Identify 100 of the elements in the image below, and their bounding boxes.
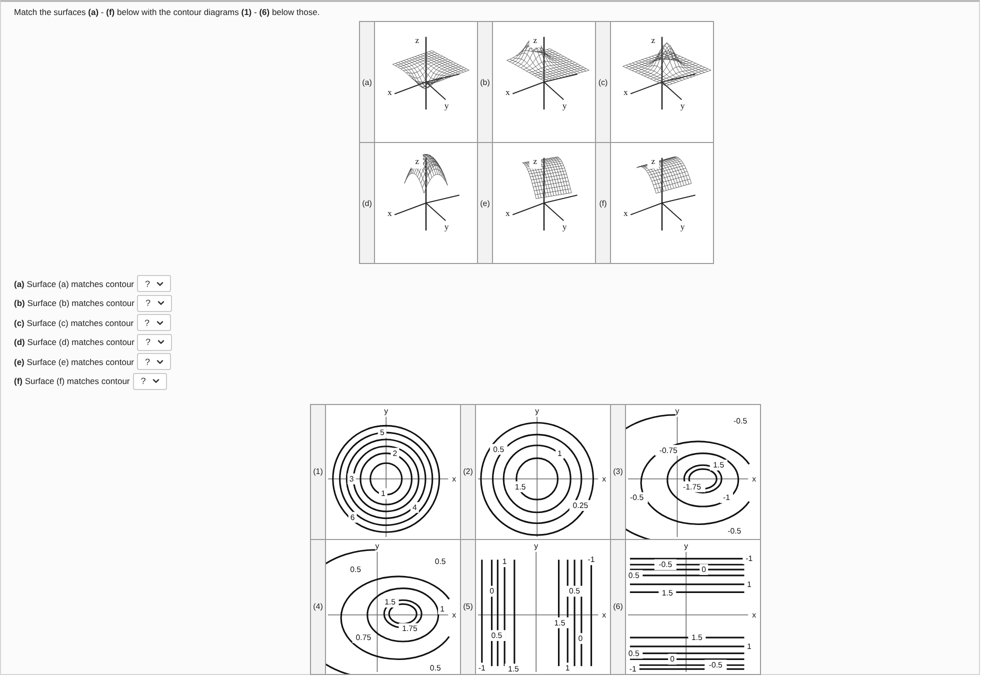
contour-level-label: -1 bbox=[588, 555, 595, 564]
contour-level-label: 1 bbox=[746, 642, 752, 651]
contour-dropdown[interactable]: ? bbox=[137, 275, 172, 292]
contour-level-label: 0.25 bbox=[572, 500, 588, 510]
contour-level-label: -0.5 bbox=[728, 526, 742, 536]
contour-level-label: 0.5 bbox=[430, 664, 441, 673]
y-axis-label: y bbox=[384, 406, 388, 416]
z-axis-label: z bbox=[415, 34, 420, 45]
y-axis-label: y bbox=[680, 222, 685, 232]
z-axis-label: z bbox=[533, 34, 538, 45]
z-axis-label: z bbox=[415, 156, 420, 166]
contour-level-label: 1 bbox=[746, 580, 752, 589]
contour-level-label: 1.5 bbox=[662, 588, 673, 598]
y-axis-label: y bbox=[534, 541, 538, 550]
contour-level-label: 0 bbox=[578, 634, 583, 643]
surface-label: (c) bbox=[596, 22, 610, 142]
contour-level-label: 5 bbox=[380, 428, 384, 438]
y-axis-label: y bbox=[444, 100, 449, 111]
contour-label: (6) bbox=[611, 540, 625, 674]
contour-level-label: 0.5 bbox=[569, 586, 580, 596]
question-label: (f) Surface (f) matches contour bbox=[14, 376, 130, 386]
x-axis-label: x bbox=[388, 208, 392, 218]
z-axis-label: z bbox=[651, 156, 656, 166]
contour-level-label: 1.75 bbox=[402, 624, 418, 634]
y-axis-label: y bbox=[375, 541, 380, 550]
x-axis-label: x bbox=[624, 208, 628, 218]
question-label: (c) Surface (c) matches contour bbox=[14, 318, 134, 328]
y-axis-label: y bbox=[680, 100, 685, 111]
contour-level-label: 1 bbox=[380, 489, 386, 498]
x-axis-label: x bbox=[452, 610, 456, 620]
contour-dropdown[interactable]: ? bbox=[136, 314, 171, 332]
instruction-text: Match the surfaces (a) - (f) below with the contour diagrams (1) - (6) below those. bbox=[14, 7, 321, 17]
contour-level-label: -0.5 bbox=[708, 660, 722, 670]
y-axis-label: y bbox=[675, 406, 680, 416]
surface-label: (a) bbox=[360, 22, 374, 142]
contour-level-label: 1.5 bbox=[554, 618, 566, 628]
contour-level-label: -0.5 bbox=[630, 493, 644, 502]
contour-level-label: 0.5 bbox=[628, 648, 640, 658]
contour-level-label: 0.75 bbox=[356, 633, 372, 642]
contour-level-label: 0.5 bbox=[491, 631, 502, 640]
contour-level-label: 0.5 bbox=[434, 557, 446, 566]
contour-level-label: 1 bbox=[502, 557, 507, 566]
x-axis-label: x bbox=[506, 208, 510, 218]
contour-level-label: 0.5 bbox=[350, 565, 362, 574]
contour-level-label: -0.5 bbox=[658, 560, 672, 570]
contour-level-label: 6 bbox=[350, 512, 355, 522]
surface-label: (f) bbox=[596, 143, 610, 263]
contour-level-label: 3 bbox=[349, 474, 354, 484]
contour-level-label: 0.5 bbox=[628, 570, 640, 580]
contour-level-label: 1 bbox=[565, 664, 570, 673]
x-axis-label: x bbox=[452, 474, 456, 484]
x-axis-label: x bbox=[506, 86, 510, 97]
contour-label: (3) bbox=[611, 404, 625, 539]
contour-level-label: 1 bbox=[558, 448, 562, 458]
contour-level-label: -1 bbox=[478, 664, 486, 673]
x-axis-label: x bbox=[602, 610, 606, 620]
z-axis-label: z bbox=[651, 34, 656, 45]
x-axis-label: x bbox=[752, 610, 756, 620]
contour-level-label: 0.5 bbox=[493, 444, 504, 454]
question-label: (b) Surface (b) matches contour bbox=[14, 298, 134, 308]
surface-label: (d) bbox=[360, 143, 374, 263]
question-label: (e) Surface (e) matches contour bbox=[14, 356, 134, 367]
y-axis-label: y bbox=[562, 222, 567, 232]
surface-label: (b) bbox=[478, 22, 492, 142]
contour-dropdown[interactable]: ? bbox=[137, 334, 172, 351]
x-axis-label: x bbox=[602, 474, 606, 484]
x-axis-label: x bbox=[752, 474, 756, 484]
contour-level-label: 1.5 bbox=[691, 633, 702, 642]
question-label: (d) Surface (d) matches contour bbox=[14, 337, 134, 348]
surface-label: (e) bbox=[478, 143, 492, 263]
y-axis-label: y bbox=[562, 100, 567, 111]
contour-level-label: 4 bbox=[412, 502, 417, 512]
contour-level-label: 1.5 bbox=[508, 664, 519, 674]
x-axis-label: x bbox=[624, 86, 628, 97]
contour-level-label: -1.75 bbox=[683, 482, 701, 492]
contour-level-label: 1.5 bbox=[514, 482, 526, 492]
contour-level-label: -1 bbox=[629, 664, 636, 674]
z-axis-label: z bbox=[533, 156, 538, 166]
question-label: (a) Surface (a) matches contour bbox=[14, 278, 134, 288]
contour-level-label: 0 bbox=[702, 565, 706, 574]
contour-level-label: -0.5 bbox=[734, 416, 748, 426]
contour-dropdown[interactable]: ? bbox=[137, 353, 172, 370]
contour-label: (4) bbox=[311, 540, 325, 674]
contour-label: (2) bbox=[461, 404, 475, 539]
contour-level-label: -1 bbox=[723, 493, 730, 502]
contour-level-label: -1 bbox=[746, 554, 753, 564]
contour-level-label: 0 bbox=[670, 654, 674, 664]
y-axis-label: y bbox=[535, 406, 540, 416]
y-axis-label: y bbox=[444, 222, 449, 232]
y-axis-label: y bbox=[684, 541, 688, 550]
contour-level-label: -0.75 bbox=[659, 446, 678, 455]
contour-level-label: 1.5 bbox=[713, 460, 724, 470]
contour-dropdown[interactable]: ? bbox=[132, 372, 167, 390]
contour-level-label: 2 bbox=[392, 448, 398, 458]
contour-label: (1) bbox=[311, 404, 325, 539]
contour-level-label: 1 bbox=[440, 604, 444, 614]
contour-level-label: 0 bbox=[490, 586, 494, 596]
x-axis-label: x bbox=[388, 86, 392, 97]
contour-dropdown[interactable]: ? bbox=[137, 294, 172, 312]
contour-level-label: 1.5 bbox=[384, 598, 396, 607]
